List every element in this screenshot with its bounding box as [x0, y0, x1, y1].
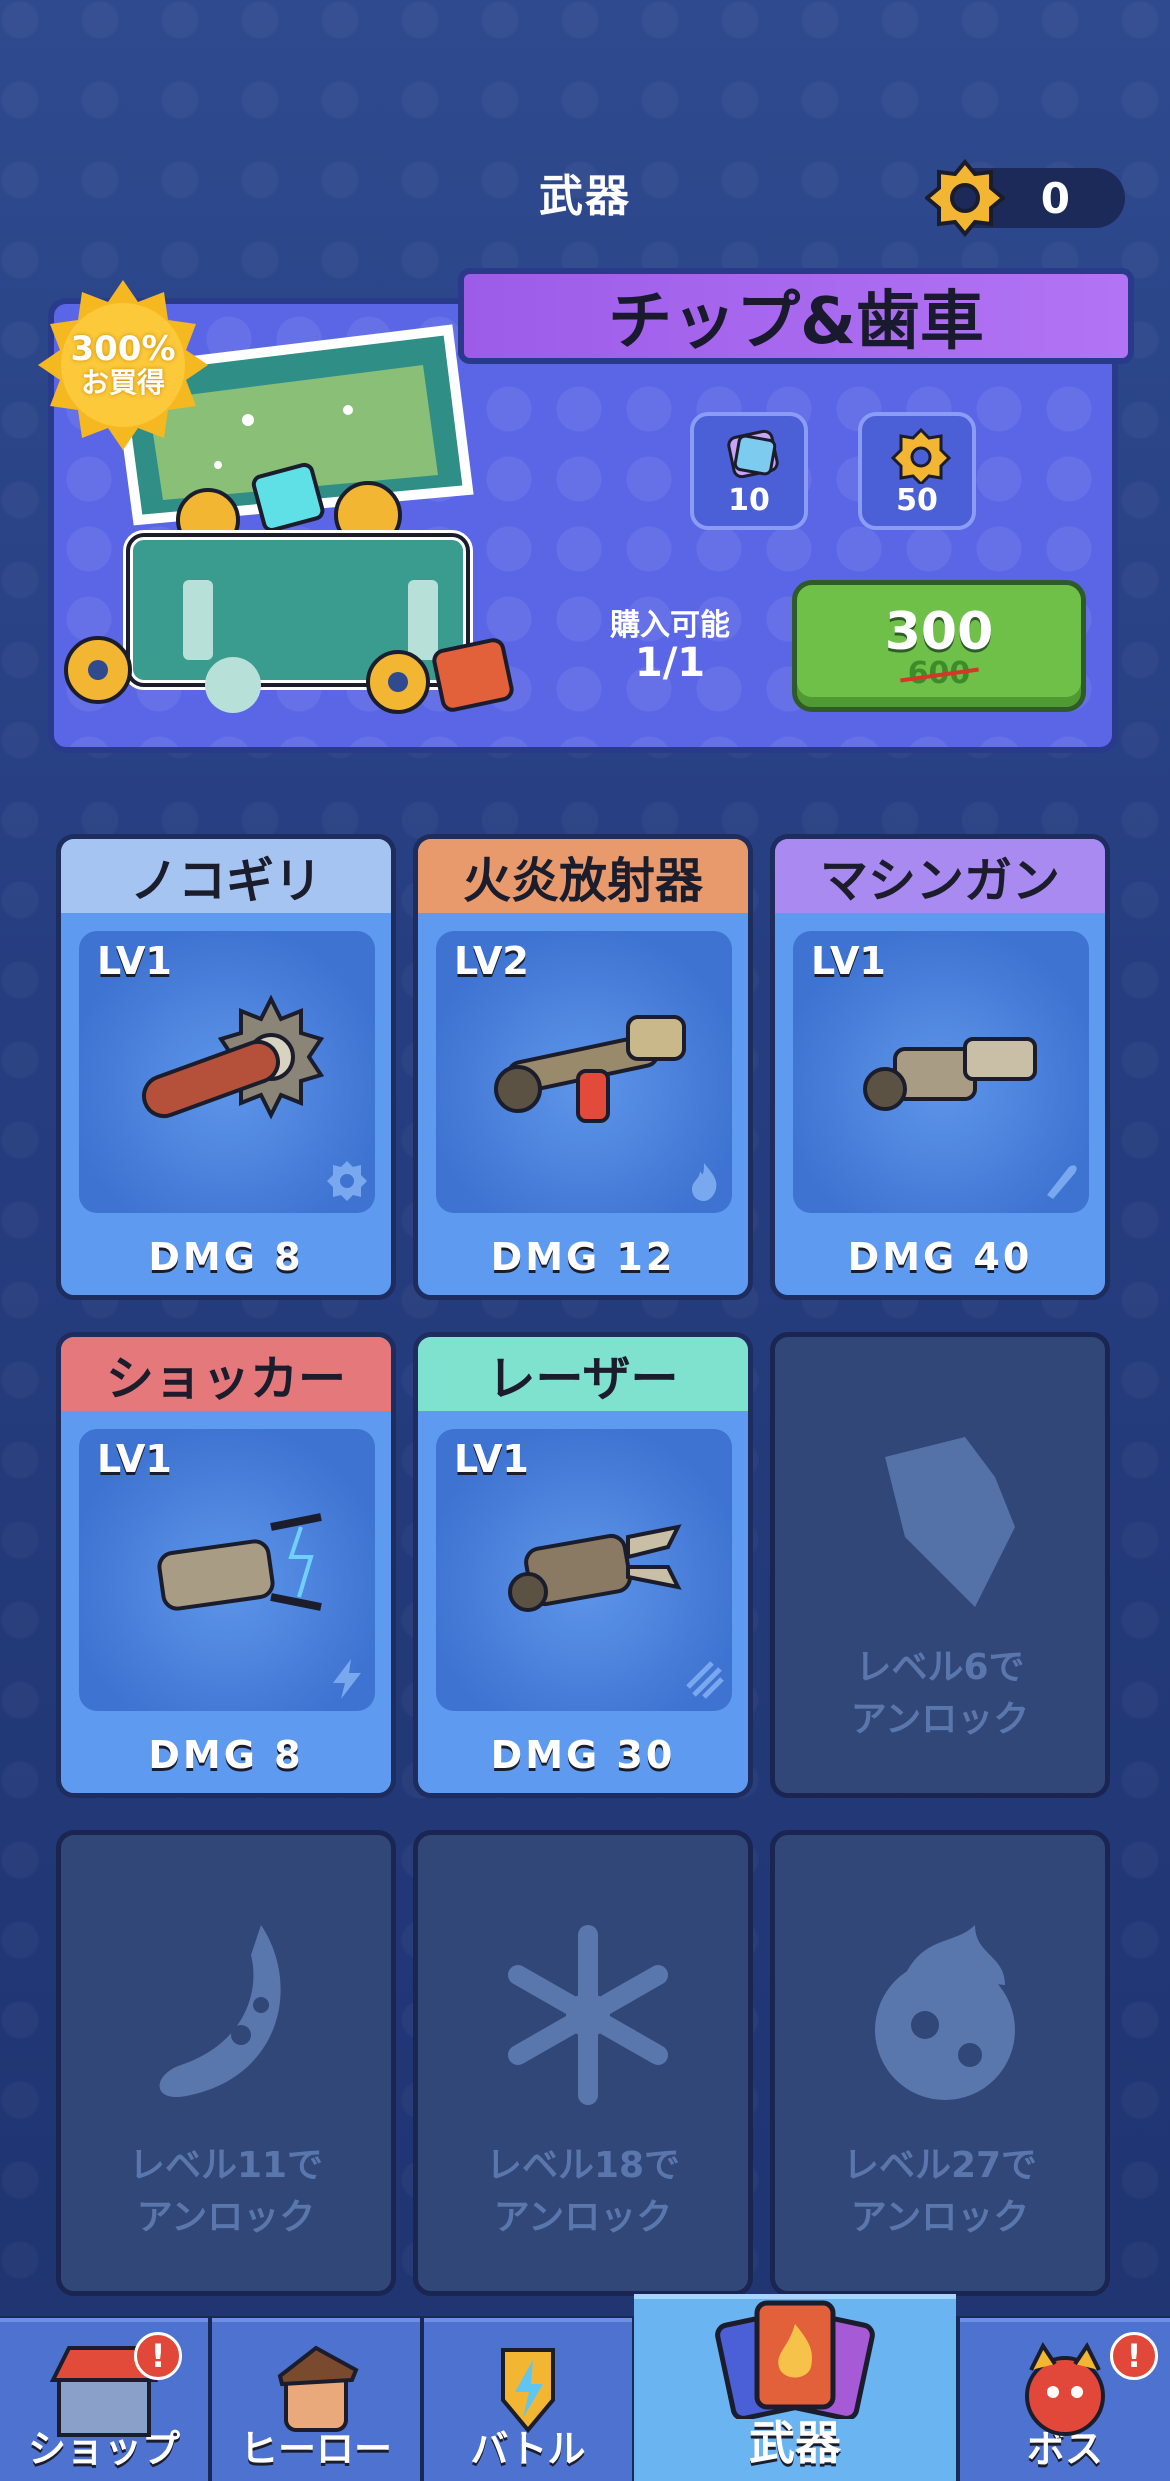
unlock-label: アンロック	[850, 2197, 1030, 2239]
availability-label: 購入可能	[610, 608, 730, 643]
laser-type-icon	[686, 1661, 724, 1699]
weapon-name: 火炎放射器	[418, 839, 748, 913]
chip-icon	[727, 429, 779, 479]
weapon-card-shocker[interactable]: ショッカー LV1 DMG 8	[56, 1332, 396, 1798]
locked-weapon-card[interactable]: レベル11で アンロック	[56, 1830, 396, 2296]
weapon-card-saw[interactable]: ノコギリ LV1 DMG 8	[56, 834, 396, 1300]
nav-battle[interactable]: バトル	[424, 2318, 632, 2481]
weapon-damage: DMG 30	[490, 1733, 676, 1777]
weapon-damage: DMG 12	[490, 1235, 676, 1279]
bonus-badge: 300% お買得	[38, 280, 208, 450]
bomb-icon	[885, 1437, 1015, 1607]
weapon-level: LV2	[454, 939, 529, 983]
unlock-level: レベル27で	[842, 2145, 1038, 2186]
flamethrower-icon	[494, 1015, 686, 1123]
unlock-level: レベル18で	[485, 2145, 681, 2186]
weapon-card-machine-gun[interactable]: マシンガン LV1 DMG 40	[770, 834, 1110, 1300]
notification-badge: !	[1110, 2332, 1158, 2380]
weapon-level: LV1	[454, 1437, 529, 1481]
old-price: 600	[907, 655, 971, 691]
weapon-name: マシンガン	[775, 839, 1105, 913]
laser-icon	[508, 1524, 682, 1612]
gear-type-icon	[327, 1161, 367, 1201]
weapon-damage: DMG 8	[148, 1733, 304, 1777]
unlock-requirement: レベル27で アンロック	[775, 2140, 1105, 2244]
nav-boss[interactable]: ! ボス	[960, 2318, 1170, 2481]
gear-icon	[891, 428, 951, 484]
weapon-name: レーザー	[418, 1337, 748, 1411]
fireball-icon	[875, 1925, 1015, 2100]
fire-type-icon	[692, 1163, 717, 1201]
shocker-icon	[157, 1513, 322, 1611]
gear-currency-counter: 0	[925, 158, 1125, 238]
bonus-text: お買得	[80, 366, 165, 400]
bullet-type-icon	[1047, 1165, 1077, 1199]
snowflake-icon	[508, 1925, 668, 2105]
offer-title: チップ&歯車	[458, 268, 1134, 364]
unlock-label: アンロック	[850, 1699, 1030, 1741]
nav-weapons[interactable]: 武器	[634, 2294, 956, 2481]
locked-weapon-card[interactable]: レベル18で アンロック	[413, 1830, 753, 2296]
availability-value: 1/1	[634, 640, 706, 686]
saw-icon	[142, 994, 325, 1120]
reward-chip-amount: 10	[728, 483, 770, 518]
bonus-percent: 300%	[70, 329, 176, 370]
gear-icon	[925, 158, 1005, 238]
buy-button[interactable]: 300 600	[792, 580, 1086, 712]
battle-icon	[501, 2348, 555, 2434]
notification-badge: !	[134, 2332, 182, 2380]
lightning-type-icon	[333, 1659, 361, 1699]
unlock-requirement: レベル6で アンロック	[775, 1642, 1105, 1746]
unlock-requirement: レベル18で アンロック	[418, 2140, 748, 2244]
locked-weapon-card[interactable]: レベル27で アンロック	[770, 1830, 1110, 2296]
weapon-level: LV1	[97, 1437, 172, 1481]
machine-gun-icon	[863, 1037, 1037, 1111]
weapon-damage: DMG 40	[847, 1235, 1033, 1279]
hero-icon	[277, 2345, 359, 2432]
weapon-damage: DMG 8	[148, 1235, 304, 1279]
unlock-label: アンロック	[136, 2197, 316, 2239]
unlock-level: レベル6で	[855, 1647, 1025, 1688]
reward-gear: 50	[858, 412, 976, 530]
weapon-name: ショッカー	[61, 1337, 391, 1411]
weapon-level: LV1	[811, 939, 886, 983]
weapon-name: ノコギリ	[61, 839, 391, 913]
nav-shop[interactable]: ! ショップ	[0, 2318, 208, 2481]
weapon-card-flamethrower[interactable]: 火炎放射器 LV2 DMG 12	[413, 834, 753, 1300]
boomerang-icon	[159, 1925, 281, 2098]
reward-gear-amount: 50	[896, 483, 938, 518]
locked-weapon-card[interactable]: レベル6で アンロック	[770, 1332, 1110, 1798]
buy-price: 300	[884, 601, 994, 662]
weapon-level: LV1	[97, 939, 172, 983]
unlock-label: アンロック	[493, 2197, 673, 2239]
unlock-requirement: レベル11で アンロック	[61, 2140, 391, 2244]
weapon-card-laser[interactable]: レーザー LV1 DMG 30	[413, 1332, 753, 1798]
boss-icon	[1025, 2342, 1105, 2436]
reward-chip: 10	[690, 412, 808, 530]
currency-value: 0	[1040, 173, 1070, 223]
weapon-cards-icon	[715, 2300, 875, 2419]
nav-hero[interactable]: ヒーロー	[212, 2318, 420, 2481]
unlock-level: レベル11で	[128, 2145, 324, 2186]
